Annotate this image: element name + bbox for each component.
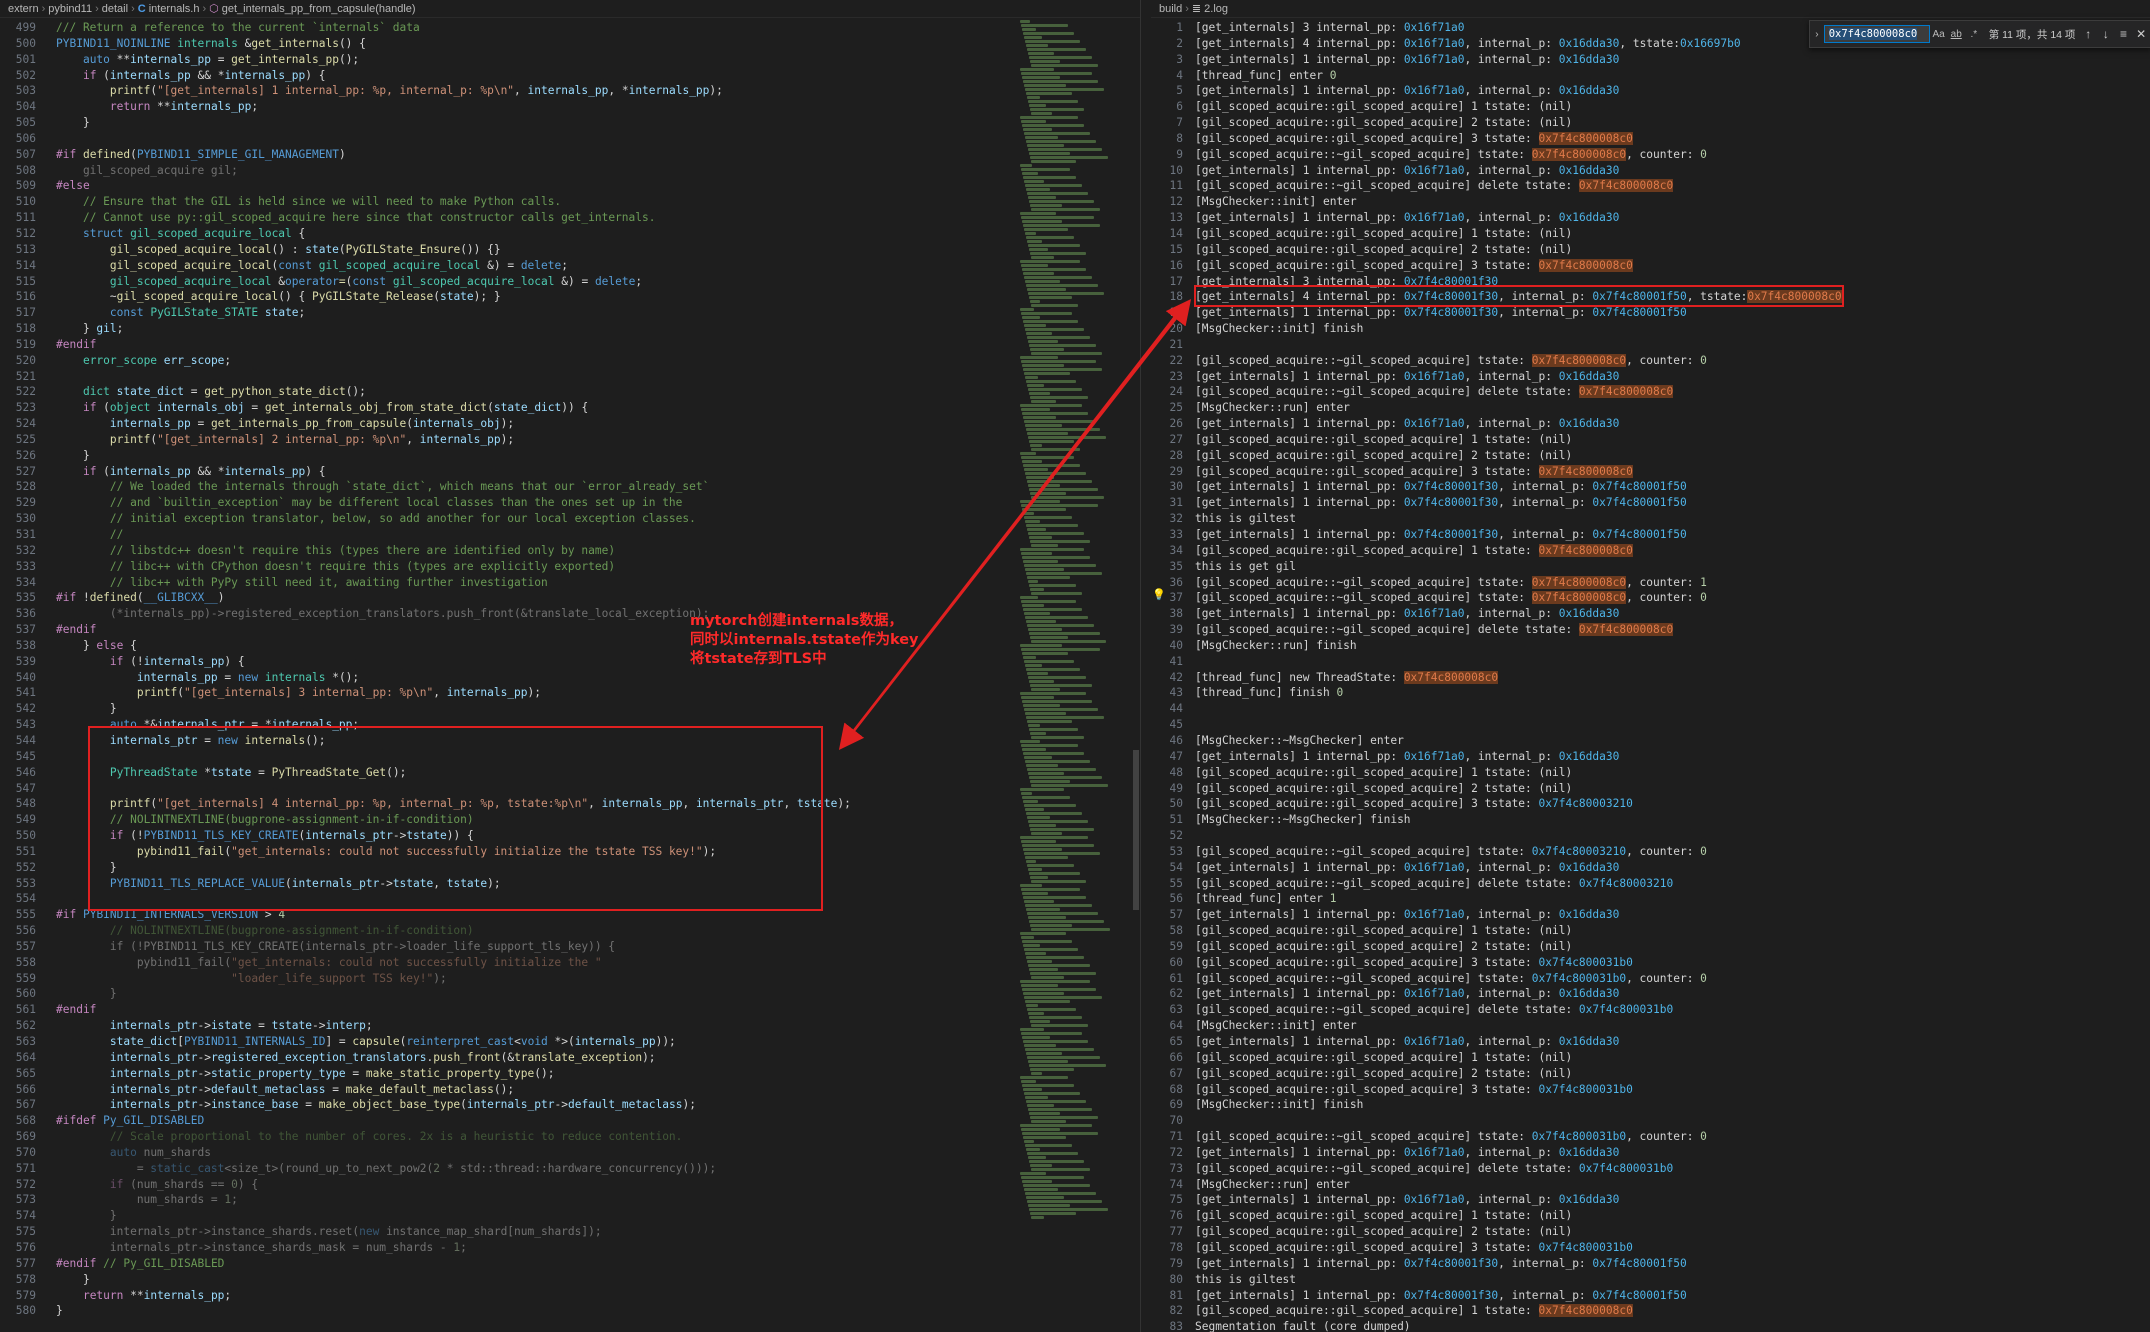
annotation-arrows (838, 299, 1192, 750)
arrow-line (841, 299, 1192, 747)
